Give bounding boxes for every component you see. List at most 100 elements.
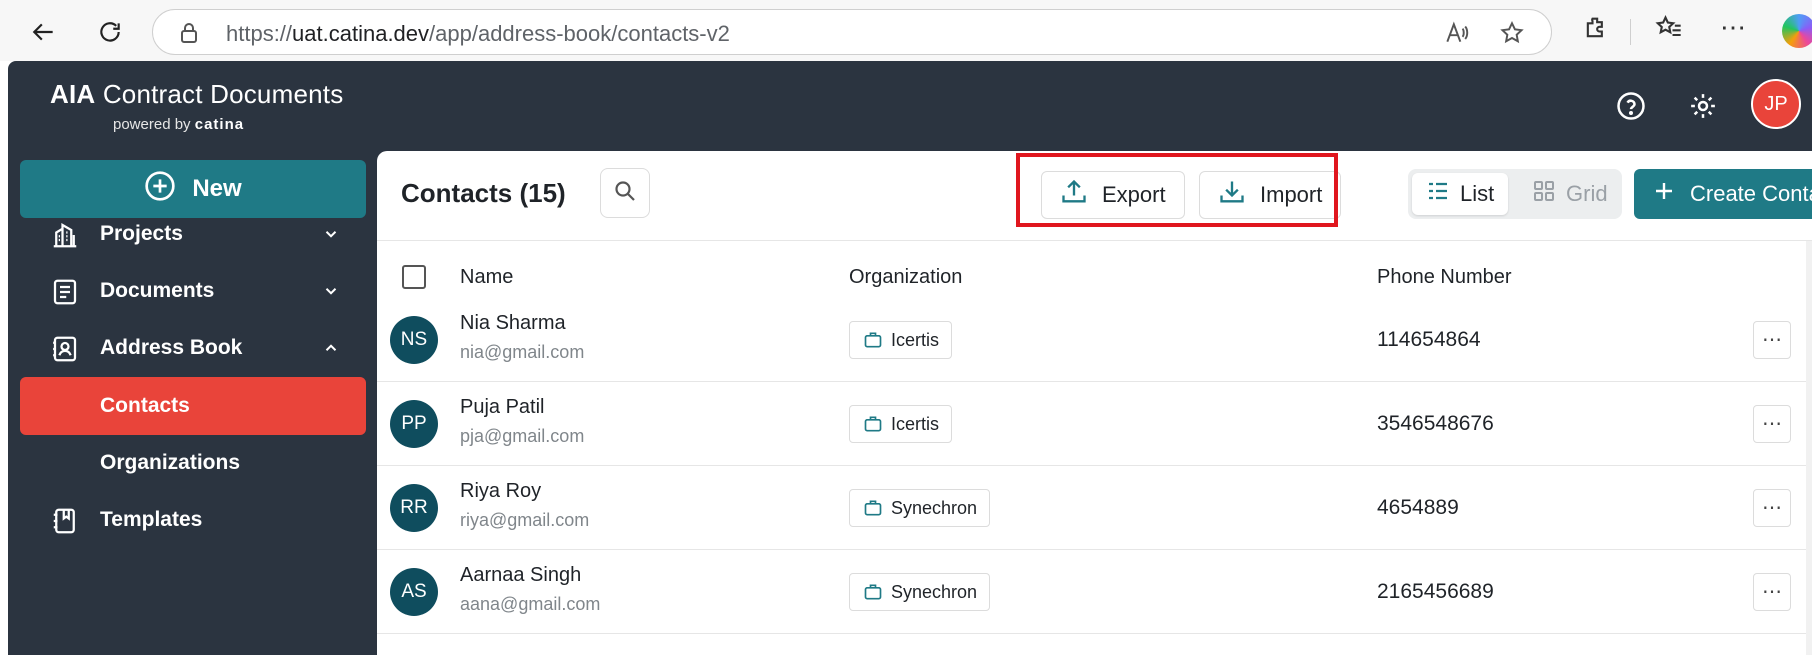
chevron-down-icon [322,282,340,306]
url-text: https://uat.catina.dev/app/address-book/… [226,21,730,46]
refresh-icon[interactable] [90,12,130,52]
scrollbar[interactable] [1806,241,1812,655]
search-button[interactable] [600,168,650,218]
contact-phone: 2165456689 [1377,580,1494,603]
contact-email: pja@gmail.com [460,426,585,446]
create-contact-button[interactable]: Create Contact [1634,169,1812,219]
sidebar-item-contacts[interactable]: Contacts [20,377,366,435]
organization-tag[interactable]: Synechron [849,573,991,611]
app-frame: AIA Contract Documents powered by catina… [8,61,1812,655]
table-row[interactable]: RR Riya Roy riya@gmail.com Synechron 465… [377,466,1807,550]
sidebar-item-label: Organizations [100,451,241,474]
brand-subtitle: powered by catina [113,116,245,133]
contact-avatar: AS [390,568,438,616]
contacts-panel: Contacts (15) Export Import List Grid Cr… [377,151,1812,655]
organization-name: Synechron [891,581,978,602]
highlight-annotation [1016,153,1338,227]
sidebar-item-organizations[interactable]: Organizations [20,434,366,492]
table-row[interactable]: NS Nia Sharma nia@gmail.com Icertis 1146… [377,298,1807,382]
grid-icon [1532,179,1556,209]
gear-icon[interactable] [1683,86,1723,126]
contact-email: aana@gmail.com [460,594,601,614]
chevron-down-icon [322,225,340,249]
copilot-icon[interactable] [1782,14,1812,48]
more-horizontal-icon: ⋯ [1762,581,1782,603]
organization-tag[interactable]: Icertis [849,321,953,359]
lock-icon [179,22,199,49]
sidebar-item-label: Templates [100,508,203,531]
row-actions-button[interactable]: ⋯ [1753,405,1791,443]
column-header-phone[interactable]: Phone Number [1377,266,1512,289]
row-actions-button[interactable]: ⋯ [1753,321,1791,359]
contact-phone: 3546548676 [1377,412,1494,435]
sidebar-item-documents[interactable]: Documents [20,262,366,320]
sidebar-item-address-book[interactable]: Address Book [20,319,366,377]
sidebar-item-label: Contacts [100,394,190,417]
sidebar-item-label: Address Book [100,336,243,359]
list-view-button[interactable]: List [1412,173,1509,215]
contact-avatar: PP [390,400,438,448]
user-avatar[interactable]: JP [1751,79,1801,129]
grid-view-button[interactable]: Grid [1518,173,1622,215]
more-horizontal-icon: ⋯ [1762,497,1782,519]
read-aloud-icon[interactable] [1443,20,1469,51]
list-icon [1426,179,1450,209]
contact-name[interactable]: Riya Roy [460,480,541,503]
more-horizontal-icon: ⋯ [1762,329,1782,351]
contact-name[interactable]: Aarnaa Singh [460,564,581,587]
row-actions-button[interactable]: ⋯ [1753,573,1791,611]
table-row[interactable]: PP Puja Patil pja@gmail.com Icertis 3546… [377,382,1807,466]
contact-phone: 114654864 [1377,328,1481,351]
page-title: Contacts (15) [401,178,566,208]
column-header-organization[interactable]: Organization [849,266,962,289]
row-divider [377,633,1807,634]
briefcase-icon [863,582,883,602]
header-divider [377,240,1812,241]
document-icon [50,277,80,307]
extensions-icon[interactable] [1582,14,1610,47]
sidebar-item-projects[interactable]: Projects [20,205,366,263]
column-header-name[interactable]: Name [460,266,513,289]
contact-email: riya@gmail.com [460,510,590,530]
create-contact-label: Create Contact [1690,181,1812,206]
briefcase-icon [863,330,883,350]
contact-name[interactable]: Nia Sharma [460,312,566,335]
favorites-list-icon[interactable] [1655,14,1683,47]
briefcase-icon [863,498,883,518]
contact-phone: 4654889 [1377,496,1459,519]
new-button-label: New [192,175,242,202]
address-book-icon [50,334,80,364]
template-icon [50,506,80,536]
organization-name: Icertis [891,329,940,350]
user-initials: JP [1764,92,1788,115]
back-arrow-icon[interactable] [24,12,64,52]
plus-icon [1652,179,1676,209]
search-icon [613,179,637,208]
select-all-checkbox[interactable] [402,265,426,289]
sidebar-item-templates[interactable]: Templates [20,491,366,549]
contact-avatar: RR [390,484,438,532]
contact-avatar: NS [390,316,438,364]
table-row[interactable]: AS Aarnaa Singh aana@gmail.com Synechron… [377,550,1807,634]
row-actions-button[interactable]: ⋯ [1753,489,1791,527]
chevron-up-icon [322,339,340,363]
plus-circle-icon [144,170,176,209]
more-menu-icon[interactable]: ⋯ [1720,12,1748,43]
sidebar-item-label: Projects [100,222,183,245]
help-icon[interactable] [1611,86,1651,126]
organization-tag[interactable]: Synechron [849,489,991,527]
grid-view-label: Grid [1566,181,1608,206]
contact-email: nia@gmail.com [460,342,585,362]
organization-name: Synechron [891,497,978,518]
contact-name[interactable]: Puja Patil [460,396,545,419]
brand-title: AIA Contract Documents [50,79,344,109]
favorite-star-icon[interactable] [1499,20,1525,51]
address-bar[interactable]: https://uat.catina.dev/app/address-book/… [152,9,1552,55]
more-horizontal-icon: ⋯ [1762,413,1782,435]
view-toggle: List Grid [1408,169,1622,219]
briefcase-icon [863,414,883,434]
building-icon [50,220,80,250]
organization-name: Icertis [891,413,940,434]
brand-logo[interactable]: AIA Contract Documents powered by catina [50,79,343,133]
organization-tag[interactable]: Icertis [849,405,953,443]
